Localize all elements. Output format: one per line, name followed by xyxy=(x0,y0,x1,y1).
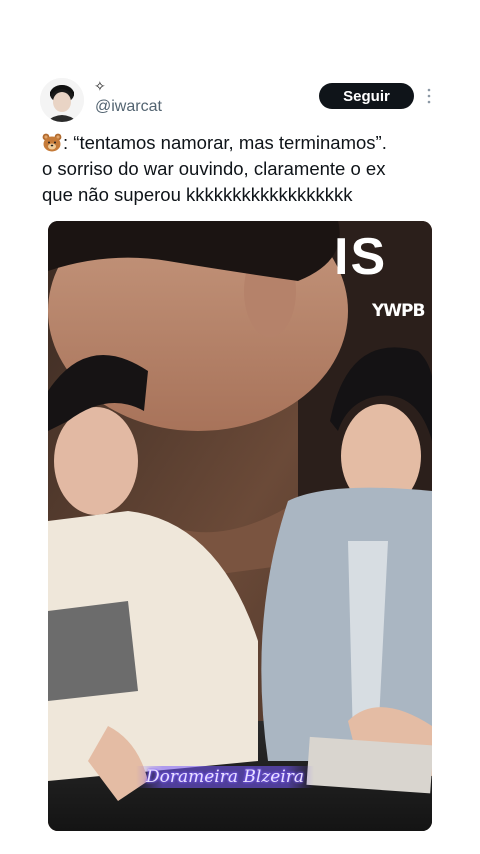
bear-face-emoji xyxy=(42,133,62,152)
video-watermark: Dorameira Blzeira xyxy=(136,766,315,788)
follow-button[interactable]: Seguir xyxy=(319,83,414,109)
tweet-text: : “tentamos namorar, mas terminamos”. o … xyxy=(42,130,452,208)
user-handle[interactable]: @iwarcat xyxy=(95,98,162,116)
tweet-text-line-2: o sorriso do war ouvindo, claramente o e… xyxy=(42,158,386,179)
tweet-text-line-1: : “tentamos namorar, mas terminamos”. xyxy=(42,130,452,156)
avatar[interactable] xyxy=(40,78,84,122)
poster-logo: YWPB xyxy=(372,301,425,321)
sparkle-icon: ✧ xyxy=(94,78,106,94)
tweet-media-video[interactable]: IS YWPB Dorameira Blzeira xyxy=(48,221,432,831)
tweet-text-line-3: que não superou kkkkkkkkkkkkkkkkkk xyxy=(42,184,353,205)
tweet-header: ✧ @iwarcat Seguir xyxy=(40,76,440,122)
poster-text: IS xyxy=(334,228,388,286)
tweet-text-line-1-content: : “tentamos namorar, mas terminamos”. xyxy=(63,132,387,153)
more-vertical-icon[interactable] xyxy=(424,85,434,107)
